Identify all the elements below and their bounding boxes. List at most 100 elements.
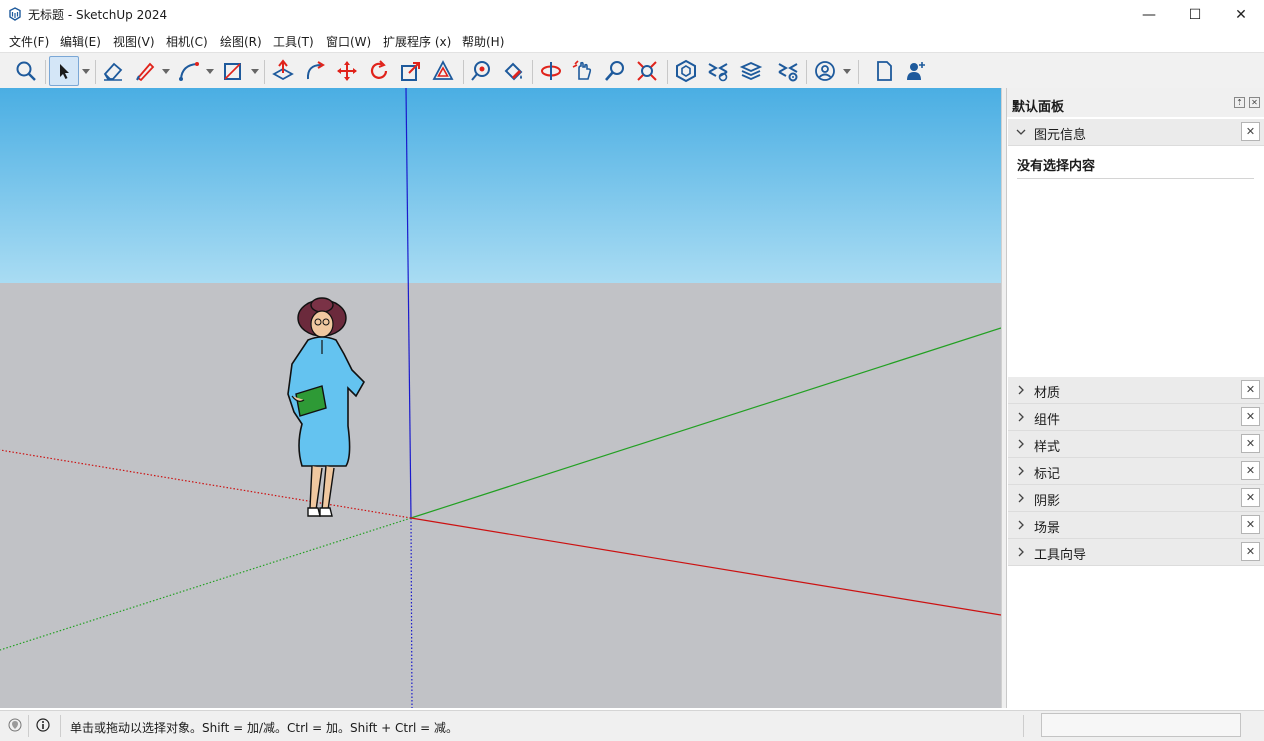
title-bar: 无标题 - SketchUp 2024 — ☐ ✕	[0, 0, 1264, 29]
menu-file[interactable]: 文件(F)	[9, 33, 49, 50]
panel-label: 组件	[1034, 413, 1061, 428]
rotate-icon	[370, 60, 388, 79]
orbit-tool-button[interactable]	[536, 56, 566, 86]
panel-close-button[interactable]: ✕	[1241, 515, 1260, 534]
tape-measure-icon	[471, 61, 490, 81]
panel-shadows[interactable]: 阴影 ✕	[1008, 485, 1264, 512]
close-icon: ✕	[1245, 125, 1256, 138]
search-icon	[16, 61, 36, 81]
chevron-right-icon	[1018, 493, 1024, 503]
panel-instructor[interactable]: 工具向导 ✕	[1008, 539, 1264, 566]
panel-close-button[interactable]: ✕	[1241, 122, 1260, 141]
paint-bucket-tool-button[interactable]	[498, 56, 528, 86]
chevron-down-icon[interactable]	[82, 67, 90, 75]
maximize-button[interactable]: ☐	[1172, 0, 1218, 29]
menu-help[interactable]: 帮助(H)	[462, 33, 504, 50]
divider	[1023, 715, 1024, 737]
offset-tool-button[interactable]	[428, 56, 458, 86]
tray-header: 默认面板 ⇡ ✕	[1007, 88, 1264, 117]
account-button[interactable]	[810, 56, 840, 86]
panel-close-button[interactable]: ✕	[1241, 488, 1260, 507]
chevron-down-icon[interactable]	[162, 67, 170, 75]
account-icon	[815, 61, 835, 81]
chevron-down-icon[interactable]	[206, 67, 214, 75]
layout-send-button[interactable]	[736, 56, 766, 86]
zoom-extents-tool-button[interactable]	[632, 56, 662, 86]
panel-components[interactable]: 组件 ✕	[1008, 404, 1264, 431]
chevron-right-icon	[1018, 412, 1024, 422]
chevron-down-icon[interactable]	[843, 67, 851, 75]
eraser-tool-button[interactable]	[98, 56, 128, 86]
scale-tool-button[interactable]	[396, 56, 426, 86]
model-viewport[interactable]	[0, 88, 1001, 708]
pin-icon[interactable]: ⇡	[1234, 97, 1245, 108]
extension-manager-button[interactable]	[773, 56, 803, 86]
pan-tool-button[interactable]	[568, 56, 598, 86]
close-icon: ✕	[1245, 491, 1256, 504]
panel-close-button[interactable]: ✕	[1241, 407, 1260, 426]
panel-styles[interactable]: 样式 ✕	[1008, 431, 1264, 458]
panel-close-button[interactable]: ✕	[1241, 542, 1260, 561]
search-tool-button[interactable]	[11, 56, 41, 86]
maximize-icon: ☐	[1188, 6, 1202, 23]
scale-icon	[401, 62, 420, 81]
push-pull-tool-button[interactable]	[268, 56, 298, 86]
divider	[60, 715, 61, 737]
menu-draw[interactable]: 绘图(R)	[220, 33, 262, 50]
new-file-button[interactable]	[869, 56, 899, 86]
close-icon: ✕	[1245, 545, 1256, 558]
rectangle-icon	[224, 63, 241, 80]
orbit-icon	[541, 62, 561, 80]
push-pull-icon	[272, 59, 294, 81]
panel-close-button[interactable]: ✕	[1241, 434, 1260, 453]
menu-bar: 文件(F) 编辑(E) 视图(V) 相机(C) 绘图(R) 工具(T) 窗口(W…	[0, 30, 1264, 52]
panel-close-button[interactable]: ✕	[1241, 380, 1260, 399]
panel-scenes[interactable]: 场景 ✕	[1008, 512, 1264, 539]
info-icon[interactable]	[36, 718, 50, 732]
panel-close-button[interactable]: ✕	[1241, 461, 1260, 480]
offset-icon	[432, 60, 454, 80]
menu-view[interactable]: 视图(V)	[113, 33, 155, 50]
blue-axis-negative	[410, 517, 413, 708]
menu-camera[interactable]: 相机(C)	[166, 33, 208, 50]
select-arrow-icon	[60, 64, 69, 79]
rotate-tool-button[interactable]	[364, 56, 394, 86]
close-button[interactable]: ✕	[1218, 0, 1264, 29]
menu-edit[interactable]: 编辑(E)	[60, 33, 101, 50]
chevron-down-icon	[1016, 129, 1026, 135]
divider	[28, 715, 29, 737]
select-tool-button[interactable]	[49, 56, 79, 86]
measurements-box[interactable]	[1041, 713, 1241, 737]
extension-warehouse-button[interactable]	[703, 56, 733, 86]
green-axis-positive	[410, 327, 1001, 519]
close-icon: ✕	[1245, 518, 1256, 531]
tape-measure-tool-button[interactable]	[466, 56, 496, 86]
follow-me-tool-button[interactable]	[300, 56, 330, 86]
scale-figure[interactable]	[278, 296, 370, 532]
menu-tools[interactable]: 工具(T)	[273, 33, 314, 50]
minimize-button[interactable]: —	[1126, 0, 1172, 29]
add-user-button[interactable]	[901, 56, 931, 86]
chevron-down-icon[interactable]	[251, 67, 259, 75]
panel-tags[interactable]: 标记 ✕	[1008, 458, 1264, 485]
default-tray: 默认面板 ⇡ ✕ 图元信息 ✕ 没有选择内容 材质 ✕ 组件 ✕ 样式 ✕ 标记…	[1006, 88, 1264, 708]
red-axis-positive	[410, 517, 1001, 616]
3d-warehouse-button[interactable]	[671, 56, 701, 86]
close-icon[interactable]: ✕	[1249, 97, 1260, 108]
menu-window[interactable]: 窗口(W)	[326, 33, 371, 50]
zoom-tool-button[interactable]	[600, 56, 630, 86]
panel-entity-info[interactable]: 图元信息 ✕	[1008, 119, 1264, 146]
menu-extensions[interactable]: 扩展程序 (x)	[383, 33, 451, 50]
panel-materials[interactable]: 材质 ✕	[1008, 377, 1264, 404]
minimize-icon: —	[1142, 6, 1156, 23]
geo-location-icon[interactable]	[8, 718, 22, 732]
line-tool-button[interactable]	[130, 56, 160, 86]
arc-tool-button[interactable]	[174, 56, 204, 86]
chevron-right-icon	[1018, 466, 1024, 476]
add-user-icon	[907, 62, 925, 80]
eraser-icon	[103, 62, 123, 81]
entity-info-content: 没有选择内容	[1017, 159, 1096, 174]
toolbar-separator	[45, 60, 46, 84]
rectangle-tool-button[interactable]	[218, 56, 248, 86]
move-tool-button[interactable]	[332, 56, 362, 86]
